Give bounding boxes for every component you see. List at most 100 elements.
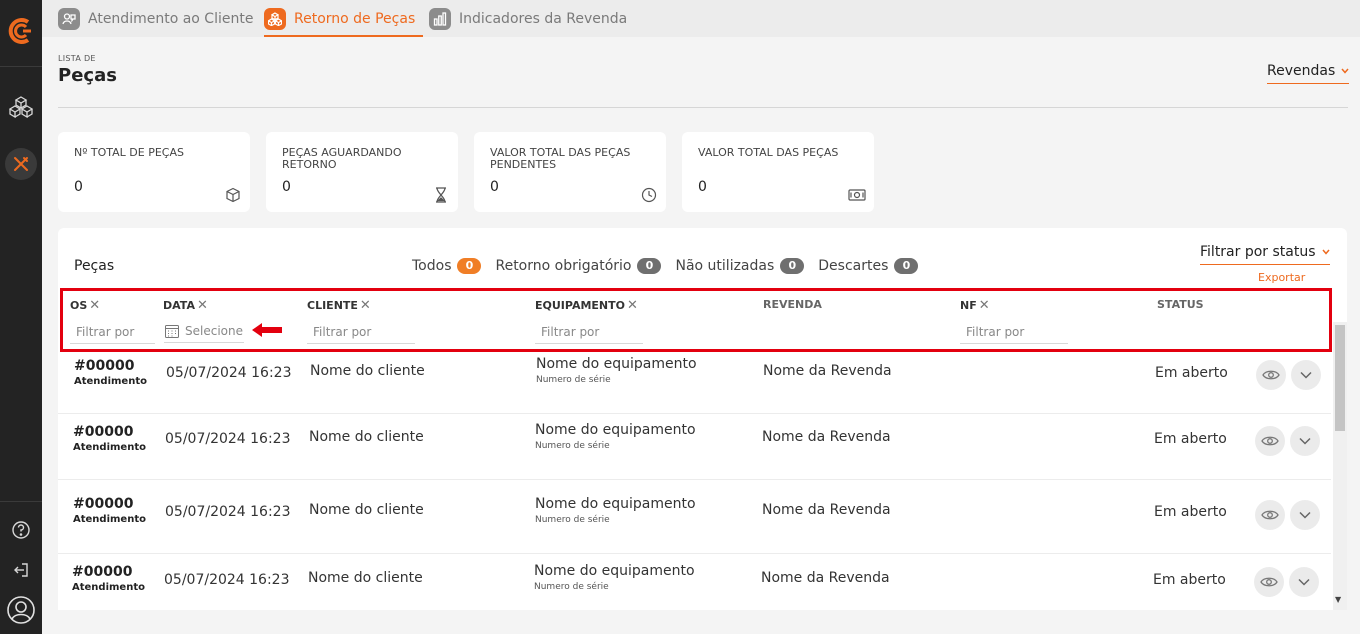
table-row: #00000 Atendimento 05/07/2024 16:23 Nome… xyxy=(58,554,1331,610)
clear-filter-icon[interactable]: ✕ xyxy=(627,298,638,313)
count-badge: 0 xyxy=(457,258,482,274)
clear-filter-icon[interactable]: ✕ xyxy=(979,298,990,313)
user-avatar-icon[interactable] xyxy=(5,594,37,626)
table-row: #00000 Atendimento 05/07/2024 16:23 Nome… xyxy=(58,348,1331,414)
count-badge: 0 xyxy=(780,258,805,274)
header-divider xyxy=(58,107,1348,108)
help-icon[interactable] xyxy=(5,514,37,546)
chevron-down-icon xyxy=(1299,511,1311,519)
date-filter-placeholder: Selecione xyxy=(185,323,243,338)
logout-icon[interactable] xyxy=(5,554,37,586)
scrollbar-thumb[interactable] xyxy=(1335,325,1345,431)
card-valor-total: VALOR TOTAL DAS PEÇAS 0 xyxy=(682,132,874,212)
row-equipment: Nome do equipamento xyxy=(535,496,696,512)
os-number: #00000 xyxy=(73,496,134,512)
column-header-equipamento: EQUIPAMENTO ✕ xyxy=(535,298,638,313)
row-status: Em aberto xyxy=(1153,572,1226,588)
nf-filter-input[interactable] xyxy=(960,320,1068,344)
status-tab-label: Retorno obrigatório xyxy=(495,258,632,274)
clock-icon xyxy=(640,186,658,204)
hourglass-icon xyxy=(432,186,450,204)
page-title: Peças xyxy=(58,65,117,86)
os-number: #00000 xyxy=(72,564,133,580)
card-value: 0 xyxy=(282,179,291,195)
chevron-down-icon xyxy=(1321,249,1330,255)
calendar-icon xyxy=(165,324,179,338)
column-label: OS xyxy=(70,299,88,312)
os-filter-input[interactable] xyxy=(70,320,155,344)
eye-icon xyxy=(1261,436,1279,446)
cliente-filter-input[interactable] xyxy=(307,320,415,344)
card-label: PEÇAS AGUARDANDO RETORNO xyxy=(282,146,402,171)
tools-icon[interactable] xyxy=(5,148,37,180)
card-value: 0 xyxy=(490,179,499,195)
status-tab-nao-utilizadas[interactable]: Não utilizadas 0 xyxy=(675,258,805,274)
column-header-cliente: CLIENTE ✕ xyxy=(307,298,371,313)
revendas-dropdown[interactable]: Revendas xyxy=(1267,63,1350,84)
view-button[interactable] xyxy=(1254,567,1284,597)
chevron-down-icon xyxy=(1341,68,1349,74)
table-row: #00000 Atendimento 05/07/2024 16:23 Nome… xyxy=(58,414,1331,480)
status-tabs: Todos 0 Retorno obrigatório 0 Não utiliz… xyxy=(412,258,919,274)
cube-icon xyxy=(224,186,242,204)
scroll-down-icon[interactable]: ▼ xyxy=(1335,595,1341,604)
view-button[interactable] xyxy=(1255,500,1285,530)
column-header-nf: NF ✕ xyxy=(960,298,990,313)
equipamento-filter-input[interactable] xyxy=(535,320,643,344)
row-client: Nome do cliente xyxy=(308,570,423,586)
expand-button[interactable] xyxy=(1290,426,1320,456)
sidebar xyxy=(0,0,42,634)
os-type: Atendimento xyxy=(74,376,147,387)
card-value: 0 xyxy=(698,179,707,195)
tab-label: Retorno de Peças xyxy=(294,10,416,27)
row-serial: Numero de série xyxy=(534,582,609,592)
money-icon xyxy=(848,186,866,204)
status-tab-retorno-obrigatorio[interactable]: Retorno obrigatório 0 xyxy=(495,258,662,274)
tab-label: Indicadores da Revenda xyxy=(459,10,628,27)
sidebar-divider-bottom xyxy=(0,501,42,502)
clear-filter-icon[interactable]: ✕ xyxy=(197,298,208,313)
column-label: DATA xyxy=(163,299,195,312)
row-reseller: Nome da Revenda xyxy=(763,363,892,379)
eye-icon xyxy=(1260,577,1278,587)
filter-status-dropdown[interactable]: Filtrar por status xyxy=(1200,244,1330,265)
clear-filter-icon[interactable]: ✕ xyxy=(89,298,100,313)
column-label: CLIENTE xyxy=(307,299,358,312)
row-client: Nome do cliente xyxy=(309,502,424,518)
status-tab-todos[interactable]: Todos 0 xyxy=(412,258,482,274)
card-value: 0 xyxy=(74,179,83,195)
expand-button[interactable] xyxy=(1290,500,1320,530)
row-client: Nome do cliente xyxy=(310,363,425,379)
chevron-down-icon xyxy=(1300,371,1312,379)
column-header-status: STATUS xyxy=(1157,298,1204,311)
card-pecas-aguardando: PEÇAS AGUARDANDO RETORNO 0 xyxy=(266,132,458,212)
tab-retorno-de-pecas[interactable]: Retorno de Peças xyxy=(264,0,424,37)
row-status: Em aberto xyxy=(1154,431,1227,447)
export-link[interactable]: Exportar xyxy=(1258,271,1305,284)
chevron-down-icon xyxy=(1299,437,1311,445)
status-tab-descartes[interactable]: Descartes 0 xyxy=(818,258,919,274)
row-client: Nome do cliente xyxy=(309,429,424,445)
expand-button[interactable] xyxy=(1289,567,1319,597)
status-tab-label: Descartes xyxy=(818,258,889,274)
row-date: 05/07/2024 16:23 xyxy=(164,572,290,588)
cubes-icon[interactable] xyxy=(5,91,37,123)
os-type: Atendimento xyxy=(73,442,146,453)
tab-atendimento-ao-cliente[interactable]: Atendimento ao Cliente xyxy=(58,0,253,37)
view-button[interactable] xyxy=(1256,360,1286,390)
tab-indicadores-da-revenda[interactable]: Indicadores da Revenda xyxy=(429,0,627,37)
column-header-os: OS ✕ xyxy=(70,298,100,313)
row-status: Em aberto xyxy=(1154,504,1227,520)
clear-filter-icon[interactable]: ✕ xyxy=(360,298,371,313)
date-filter-picker[interactable]: Selecione xyxy=(164,319,244,343)
os-number: #00000 xyxy=(73,424,134,440)
card-valor-pendentes: VALOR TOTAL DAS PEÇAS PENDENTES 0 xyxy=(474,132,666,212)
column-header-data: DATA ✕ xyxy=(163,298,208,313)
brand-logo-icon[interactable] xyxy=(4,14,38,48)
view-button[interactable] xyxy=(1255,426,1285,456)
parts-icon xyxy=(264,7,286,30)
row-equipment: Nome do equipamento xyxy=(536,356,697,372)
row-serial: Numero de série xyxy=(535,441,610,451)
row-date: 05/07/2024 16:23 xyxy=(166,365,292,381)
expand-button[interactable] xyxy=(1291,360,1321,390)
